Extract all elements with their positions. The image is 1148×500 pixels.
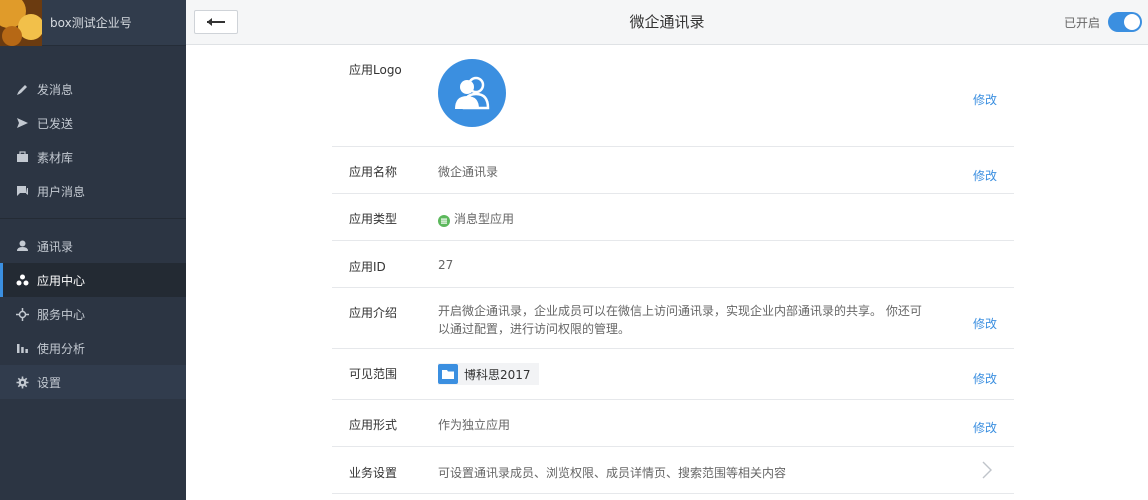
topbar: 微企通讯录 已开启 bbox=[186, 0, 1148, 45]
sidebar-item-materials[interactable]: 素材库 bbox=[0, 140, 186, 174]
contacts-icon bbox=[455, 76, 490, 110]
row-name: 应用名称 微企通讯录 修改 bbox=[332, 147, 1014, 194]
row-label: 应用ID bbox=[349, 260, 386, 274]
row-label: 应用介绍 bbox=[349, 306, 398, 320]
app-form-value: 作为独立应用 bbox=[438, 418, 511, 432]
bar-chart-icon bbox=[15, 341, 29, 355]
edit-name-link[interactable]: 修改 bbox=[973, 167, 997, 184]
business-settings-value: 可设置通讯录成员、浏览权限、成员详情页、搜索范围等相关内容 bbox=[438, 466, 787, 480]
row-id: 应用ID 27 bbox=[332, 241, 1014, 288]
row-intro: 应用介绍 开启微企通讯录，企业成员可以在微信上访问通讯录，实现企业内部通讯录的共… bbox=[332, 288, 1014, 349]
scope-chip[interactable]: 博科思2017 bbox=[438, 363, 539, 385]
app-type-value: 消息型应用 bbox=[438, 210, 514, 227]
nav-group-manage: 通讯录 应用中心 服务中心 使用分析 设置 bbox=[0, 219, 186, 409]
row-logo: 应用Logo 修改 bbox=[332, 45, 1014, 147]
edit-form-link[interactable]: 修改 bbox=[973, 419, 997, 436]
sidebar-item-app-center[interactable]: 应用中心 bbox=[0, 263, 186, 297]
row-type: 应用类型 消息型应用 bbox=[332, 194, 1014, 241]
enable-toggle[interactable] bbox=[1108, 12, 1142, 32]
app-id-value: 27 bbox=[438, 258, 454, 272]
sidebar-item-user-messages[interactable]: 用户消息 bbox=[0, 174, 186, 208]
sidebar-item-service-center[interactable]: 服务中心 bbox=[0, 297, 186, 331]
sidebar-item-label: 发消息 bbox=[37, 82, 74, 97]
sidebar-item-analytics[interactable]: 使用分析 bbox=[0, 331, 186, 365]
sidebar-item-settings[interactable]: 设置 bbox=[0, 365, 186, 399]
row-scope: 可见范围 博科思2017 修改 bbox=[332, 349, 1014, 400]
nav-group-messages: 发消息 已发送 素材库 用户消息 bbox=[0, 46, 186, 219]
sidebar-item-label: 服务中心 bbox=[37, 307, 86, 322]
row-label: 应用类型 bbox=[349, 212, 398, 226]
briefcase-icon bbox=[15, 150, 29, 164]
sidebar-nav: 发消息 已发送 素材库 用户消息 通讯录 应用中心 服务中心 使用分析 设置 bbox=[0, 46, 186, 409]
sidebar-item-contacts[interactable]: 通讯录 bbox=[0, 229, 186, 263]
arrow-left-icon bbox=[207, 18, 225, 26]
chat-icon bbox=[15, 184, 29, 198]
folder-icon bbox=[438, 364, 458, 384]
row-label: 应用名称 bbox=[349, 165, 398, 179]
send-icon bbox=[15, 116, 29, 130]
service-icon bbox=[15, 307, 29, 321]
page-title: 微企通讯录 bbox=[629, 13, 705, 31]
app-cluster-icon bbox=[15, 273, 29, 287]
app-detail: 应用Logo 修改 应用名称 微企通讯录 修改 应用类型 消息型应用 应用ID … bbox=[332, 45, 1014, 494]
corp-name: box测试企业号 bbox=[50, 16, 132, 30]
sidebar-item-label: 已发送 bbox=[37, 116, 74, 131]
sidebar-item-send-message[interactable]: 发消息 bbox=[0, 72, 186, 106]
app-name-value: 微企通讯录 bbox=[438, 165, 499, 179]
scope-chip-label: 博科思2017 bbox=[464, 367, 531, 382]
app-logo bbox=[438, 59, 506, 127]
pencil-icon bbox=[15, 82, 29, 96]
enable-label: 已开启 bbox=[1063, 15, 1100, 30]
edit-intro-link[interactable]: 修改 bbox=[973, 315, 997, 332]
row-label: 应用形式 bbox=[349, 418, 398, 432]
gear-icon bbox=[15, 375, 29, 389]
back-button[interactable] bbox=[194, 10, 238, 34]
row-business-settings[interactable]: 业务设置 可设置通讯录成员、浏览权限、成员详情页、搜索范围等相关内容 bbox=[332, 447, 1014, 494]
toggle-knob bbox=[1124, 14, 1140, 30]
app-type-text: 消息型应用 bbox=[454, 212, 515, 226]
sidebar-item-label: 设置 bbox=[37, 375, 62, 390]
row-label: 业务设置 bbox=[349, 466, 398, 480]
corp-logo bbox=[0, 0, 42, 46]
row-label: 应用Logo bbox=[349, 63, 402, 77]
row-form: 应用形式 作为独立应用 修改 bbox=[332, 400, 1014, 447]
chevron-right-icon[interactable] bbox=[982, 461, 992, 482]
enable-control: 已开启 bbox=[1064, 12, 1142, 32]
row-label: 可见范围 bbox=[349, 367, 398, 381]
edit-logo-link[interactable]: 修改 bbox=[973, 91, 997, 108]
sidebar: box测试企业号 发消息 已发送 素材库 用户消息 通讯录 应用中心 服务中心 … bbox=[0, 0, 186, 500]
app-intro-value: 开启微企通讯录，企业成员可以在微信上访问通讯录，实现企业内部通讯录的共享。 你还… bbox=[438, 304, 922, 336]
corp-header[interactable]: box测试企业号 bbox=[0, 0, 186, 46]
sidebar-item-sent[interactable]: 已发送 bbox=[0, 106, 186, 140]
sidebar-item-label: 使用分析 bbox=[37, 341, 86, 356]
person-icon bbox=[15, 239, 29, 253]
message-type-icon bbox=[438, 215, 450, 227]
sidebar-item-label: 用户消息 bbox=[37, 184, 86, 199]
scope-value: 博科思2017 bbox=[438, 363, 539, 385]
sidebar-item-label: 素材库 bbox=[37, 150, 74, 165]
sidebar-item-label: 应用中心 bbox=[37, 273, 86, 288]
sidebar-item-label: 通讯录 bbox=[37, 239, 74, 254]
edit-scope-link[interactable]: 修改 bbox=[973, 370, 997, 387]
